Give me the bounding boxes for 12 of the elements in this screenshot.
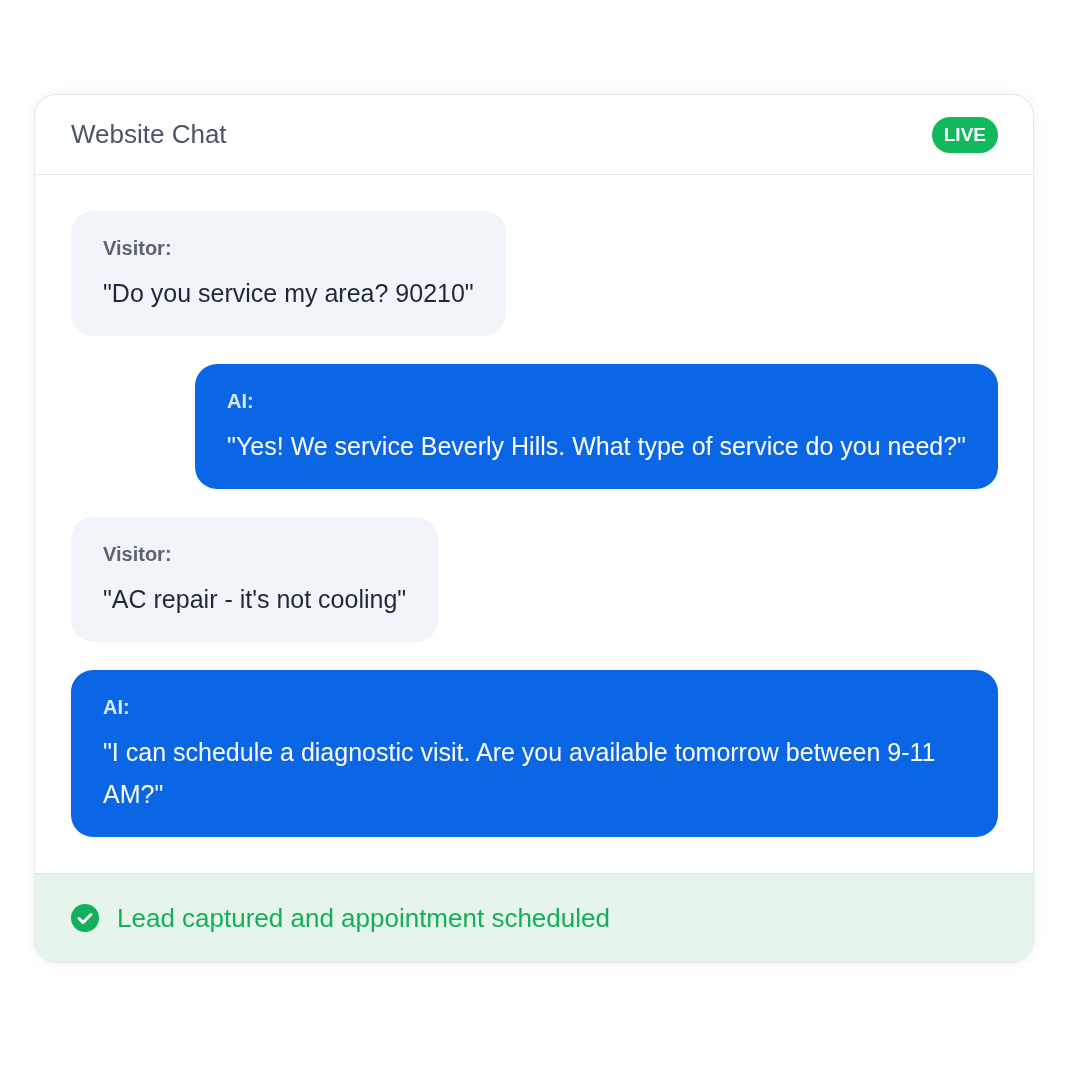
sender-label: Visitor: <box>103 237 173 260</box>
sender-label: Visitor: <box>103 543 173 566</box>
chat-title: Website Chat <box>71 119 227 150</box>
message-text: "AC repair - it's not cooling" <box>103 584 407 615</box>
message-text: "I can schedule a diagnostic visit. Are you available tomorrow between 9-11 AM?" <box>103 737 937 810</box>
live-badge: LIVE <box>931 116 998 153</box>
sender-label: AI: <box>227 390 255 413</box>
message-text: "Yes! We service Beverly Hills. What type of service do you need?" <box>227 431 966 462</box>
sender-label: AI: <box>103 696 131 719</box>
message-text: "Do you service my area? 90210" <box>103 278 474 309</box>
check-icon <box>71 904 99 932</box>
status-text: Lead captured and appointment scheduled <box>117 902 610 934</box>
